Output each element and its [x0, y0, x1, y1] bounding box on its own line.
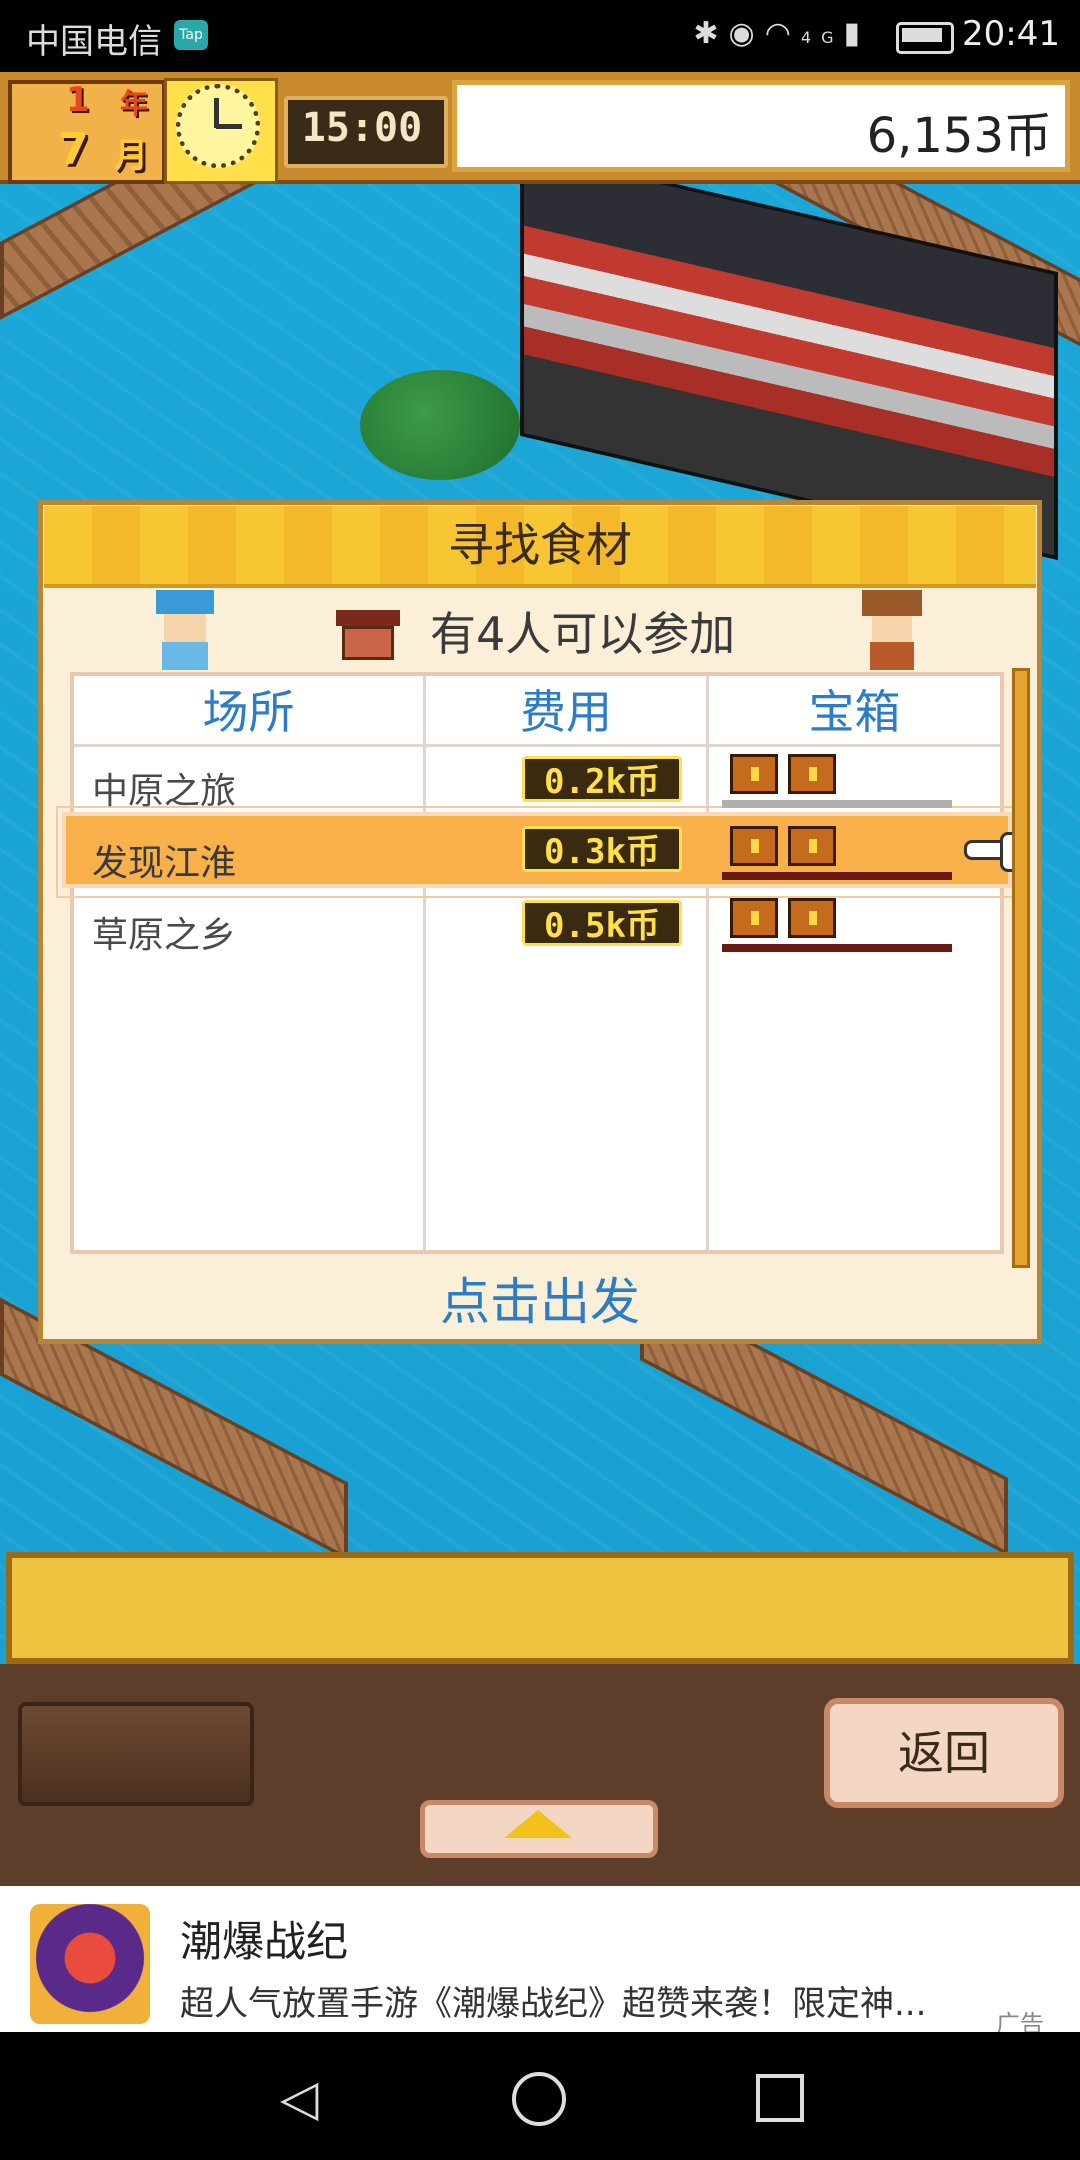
- column-header-cost: 费用: [520, 685, 612, 739]
- wifi-icon: ◠: [764, 16, 801, 51]
- tree: [360, 370, 520, 480]
- list-scrollbar[interactable]: [1012, 668, 1030, 1268]
- tool-slot[interactable]: [18, 1702, 254, 1806]
- depart-button[interactable]: 点击出发: [44, 1264, 1036, 1340]
- treasure-chest-icon: [788, 898, 836, 938]
- game-time: 15:00: [301, 105, 423, 151]
- treasure-chest-icon: [788, 754, 836, 794]
- treasure-chest-icon: [788, 826, 836, 866]
- participants-text: 有4人可以参加: [430, 607, 736, 661]
- ad-title[interactable]: 潮爆战纪: [180, 1908, 348, 1969]
- nav-home-icon[interactable]: [512, 2072, 566, 2126]
- chest-progress-bar: [722, 944, 952, 952]
- network-label: 4G: [800, 28, 844, 47]
- signal-icon: ▮: [843, 16, 870, 51]
- eye-icon: ◉: [728, 16, 765, 51]
- message-bar: [6, 1552, 1074, 1664]
- chest-progress-bar: [722, 872, 952, 880]
- status-clock: 20:41: [962, 14, 1060, 54]
- row-cost: 0.5k币: [522, 900, 682, 946]
- back-button[interactable]: 返回: [824, 1698, 1064, 1808]
- battery-icon: [896, 22, 954, 54]
- chef-character-icon: [156, 590, 214, 670]
- clock-minute-hand: [216, 124, 242, 129]
- column-header-chest: 宝箱: [808, 685, 901, 739]
- header-divider: [74, 744, 1000, 747]
- dialog-title: 寻找食材: [448, 518, 632, 572]
- nav-recent-apps-icon[interactable]: [756, 2074, 804, 2122]
- explorer-character-icon: [862, 590, 922, 670]
- status-icons: ✱◉◠4G▮: [693, 16, 870, 51]
- treasure-chest-icon: [730, 898, 778, 938]
- row-cost: 0.2k币: [522, 756, 682, 802]
- nav-back-icon[interactable]: ◁: [280, 2073, 320, 2123]
- row-place: 发现江淮: [92, 843, 237, 884]
- shop-icon: [336, 596, 400, 662]
- treasure-chest-icon: [730, 754, 778, 794]
- money-amount: 6,153币: [866, 108, 1052, 164]
- up-arrow-icon: [504, 1810, 572, 1838]
- row-place: 草原之乡: [92, 915, 237, 956]
- bluetooth-icon: ✱: [693, 16, 729, 51]
- ad-game-icon[interactable]: [30, 1904, 150, 2024]
- treasure-chest-icon: [730, 826, 778, 866]
- column-header-place: 场所: [202, 685, 295, 739]
- row-cost: 0.3k币: [522, 826, 682, 872]
- month-label: 月: [114, 136, 148, 176]
- chest-progress-bar: [722, 800, 952, 808]
- carrier-name: 中国电信: [26, 22, 162, 62]
- row-place: 中原之旅: [92, 771, 237, 812]
- tap-app-badge: Tap: [174, 20, 208, 50]
- year-label: 年: [120, 87, 149, 120]
- month-number: 7: [58, 124, 89, 175]
- year-number: 1: [66, 80, 90, 120]
- ad-description[interactable]: 超人气放置手游《潮爆战纪》超赞来袭！限定神...: [180, 1976, 1040, 2025]
